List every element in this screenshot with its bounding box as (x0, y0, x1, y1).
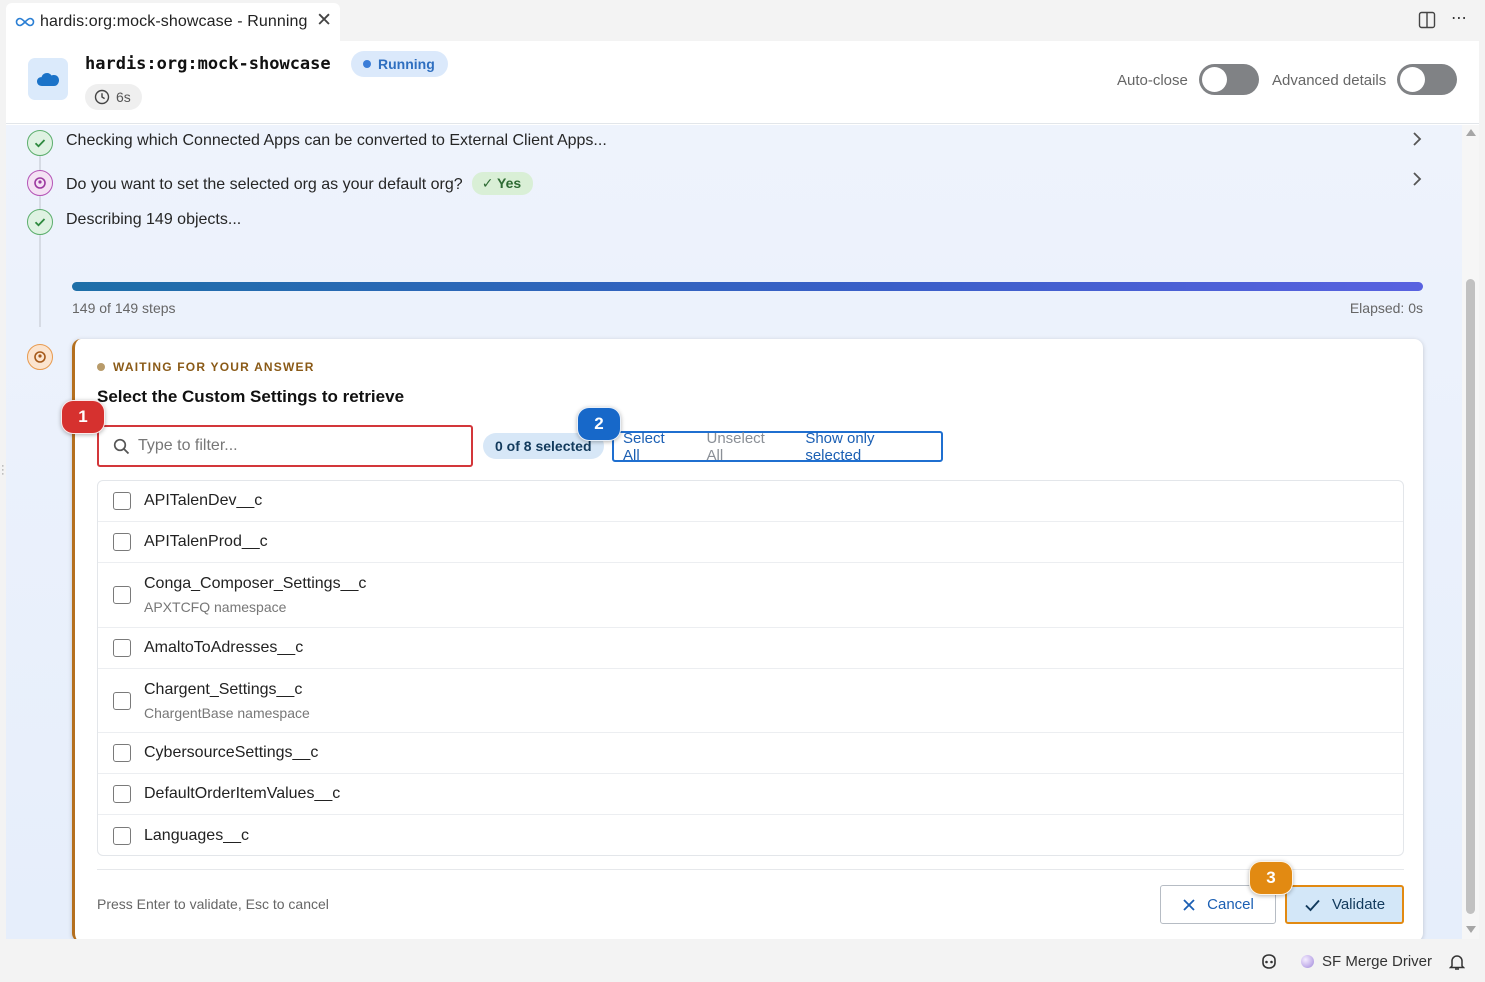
bell-icon[interactable] (1449, 953, 1465, 971)
card-divider (97, 869, 1404, 870)
step-default-org: Do you want to set the selected org as y… (66, 172, 534, 195)
step-connected-apps: Checking which Connected Apps can be con… (66, 132, 607, 149)
checkbox[interactable] (113, 533, 131, 551)
unselect-all-button[interactable]: Unselect All (692, 430, 792, 464)
user-question-icon (27, 170, 53, 196)
steps-panel: Checking which Connected Apps can be con… (6, 125, 1462, 939)
select-all-button[interactable]: Select All (614, 430, 692, 464)
auto-close-label: Auto-close (1117, 72, 1188, 89)
close-icon[interactable]: ✕ (316, 11, 332, 31)
waiting-text: WAITING FOR YOUR ANSWER (113, 360, 315, 374)
item-name: CybersourceSettings__c (144, 744, 319, 761)
list-item[interactable]: APITalenProd__c (98, 522, 1403, 563)
progress-bar (72, 282, 1423, 291)
filter-field[interactable] (97, 425, 473, 467)
progress-fill (72, 282, 1423, 291)
item-name: DefaultOrderItemValues__c (144, 785, 341, 802)
salesforce-cloud-icon (28, 58, 68, 100)
waiting-dot (97, 363, 105, 371)
more-actions-icon[interactable]: ⋯ (1451, 8, 1468, 28)
scroll-up-arrow[interactable] (1466, 129, 1476, 136)
waiting-label: WAITING FOR YOUR ANSWER (97, 360, 315, 374)
marker-2: 2 (577, 407, 621, 441)
list-item[interactable]: Chargent_Settings__c ChargentBase namespa… (98, 669, 1403, 733)
item-name: AmaltoToAdresses__c (144, 639, 304, 656)
elapsed-label: 6s (116, 89, 131, 105)
item-name: Conga_Composer_Settings__c (144, 575, 367, 592)
status-dot (363, 60, 371, 68)
checkbox[interactable] (113, 492, 131, 510)
advanced-details-toggle[interactable] (1397, 64, 1457, 95)
vertical-scrollbar[interactable] (1462, 125, 1479, 939)
command-header: hardis:org:mock-showcase Running 6s Auto… (6, 41, 1479, 124)
toggle-knob (1400, 67, 1425, 92)
cancel-label: Cancel (1207, 896, 1254, 913)
item-name: APITalenDev__c (144, 492, 263, 509)
advanced-details-label: Advanced details (1272, 72, 1387, 89)
scroll-down-arrow[interactable] (1466, 926, 1476, 933)
step-describing-objects: Describing 149 objects... (66, 211, 242, 228)
resize-grip-icon[interactable]: · · · (1, 461, 5, 480)
list-item[interactable]: APITalenDev__c (98, 481, 1403, 522)
selection-actions: Select All Unselect All Show only select… (612, 430, 943, 464)
checkbox[interactable] (113, 826, 131, 845)
user-waiting-icon (27, 344, 53, 370)
item-namespace: ChargentBase namespace (144, 704, 310, 721)
copilot-icon[interactable] (1259, 953, 1279, 971)
editor-area: hardis:org:mock-showcase Running 6s Auto… (6, 41, 1479, 939)
scroll-thumb[interactable] (1466, 279, 1475, 914)
item-namespace: APXTCFQ namespace (144, 599, 287, 615)
checkbox[interactable] (113, 744, 131, 762)
keyboard-hint: Press Enter to validate, Esc to cancel (97, 896, 329, 912)
toggle-knob (1202, 67, 1227, 92)
command-title: hardis:org:mock-showcase (85, 54, 331, 74)
infinity-icon (15, 17, 35, 27)
list-item[interactable]: CybersourceSettings__c (98, 733, 1403, 774)
checkbox[interactable] (113, 586, 131, 604)
check-circle-icon (27, 209, 53, 235)
answer-badge: ✓ Yes (471, 172, 534, 195)
status-bar: SF Merge Driver (0, 941, 1485, 982)
editor-tab[interactable]: hardis:org:mock-showcase - Running ✕ (6, 3, 340, 41)
prompt-card: WAITING FOR YOUR ANSWER Select the Custo… (72, 339, 1423, 939)
merge-driver-label: SF Merge Driver (1322, 953, 1433, 970)
status-label: Running (378, 56, 435, 72)
marker-1: 1 (61, 400, 105, 434)
split-editor-icon[interactable] (1418, 11, 1436, 29)
options-list: APITalenDev__c APITalenProd__c Conga_Com… (97, 480, 1404, 856)
status-badge: Running (351, 51, 448, 77)
list-item[interactable]: AmaltoToAdresses__c (98, 628, 1403, 669)
filter-input[interactable] (138, 437, 438, 455)
item-name: Languages__c (144, 826, 249, 844)
merge-driver-icon (1301, 955, 1314, 968)
list-item[interactable]: DefaultOrderItemValues__c (98, 774, 1403, 815)
list-item[interactable]: Conga_Composer_Settings__c APXTCFQ namesp… (98, 563, 1403, 628)
checkbox[interactable] (113, 691, 131, 710)
close-icon (1183, 898, 1195, 911)
chevron-right-icon[interactable] (1411, 130, 1423, 148)
validate-label: Validate (1331, 896, 1386, 913)
progress-elapsed-label: Elapsed: 0s (1349, 300, 1423, 316)
show-only-selected-button[interactable]: Show only selected (792, 430, 941, 464)
elapsed-timer: 6s (85, 84, 142, 110)
checkbox[interactable] (113, 639, 131, 657)
progress-steps-label: 149 of 149 steps (72, 300, 176, 316)
merge-driver-status[interactable]: SF Merge Driver (1301, 953, 1432, 970)
search-icon (113, 438, 130, 454)
auto-close-toggle[interactable] (1199, 64, 1259, 95)
tab-bar: hardis:org:mock-showcase - Running ✕ ⋯ (0, 0, 1485, 41)
list-item[interactable]: Languages__c (98, 815, 1403, 855)
validate-button[interactable]: Validate (1285, 885, 1404, 924)
check-icon (1305, 899, 1320, 911)
checkbox[interactable] (113, 785, 131, 803)
item-name: APITalenProd__c (144, 533, 268, 550)
marker-3: 3 (1249, 861, 1293, 895)
clock-icon (94, 89, 110, 105)
chevron-right-icon[interactable] (1411, 170, 1423, 188)
tab-title: hardis:org:mock-showcase - Running (40, 13, 308, 30)
check-circle-icon (27, 130, 53, 156)
step-default-org-text: Do you want to set the selected org as y… (66, 176, 463, 193)
prompt-question: Select the Custom Settings to retrieve (97, 387, 405, 406)
item-name: Chargent_Settings__c (144, 680, 303, 698)
